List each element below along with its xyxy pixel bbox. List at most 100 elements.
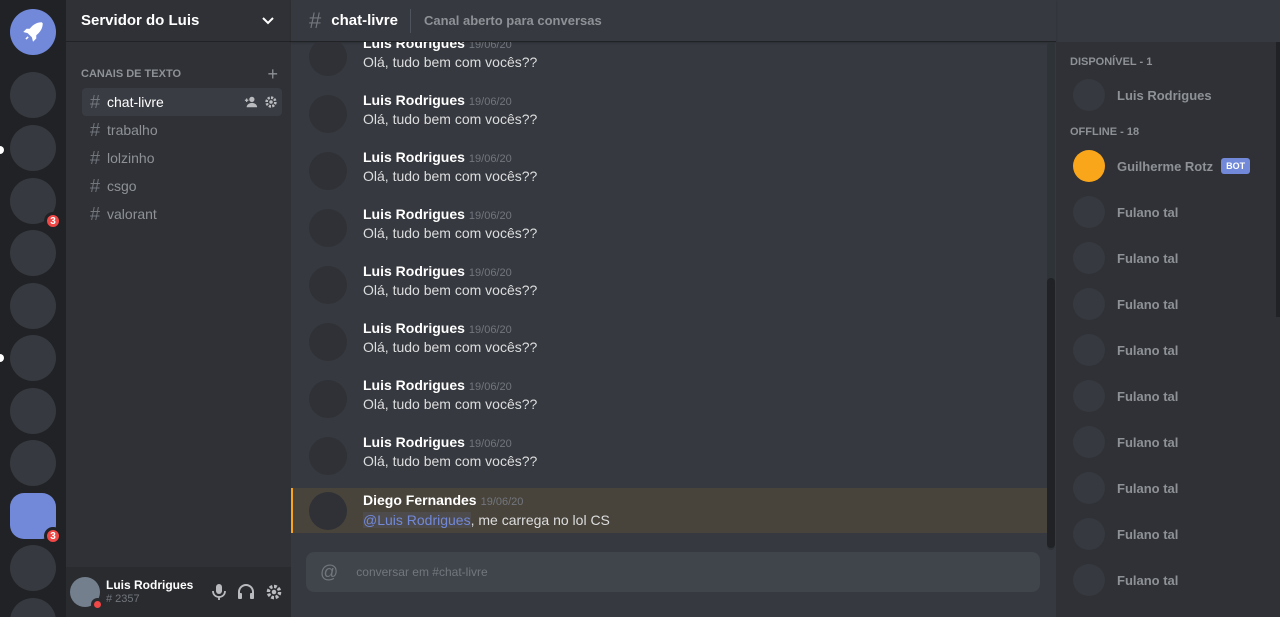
message[interactable]: Luis Rodrigues 19/06/20 Olá, tudo bem com…: [291, 206, 1047, 256]
avatar: [1073, 426, 1105, 458]
member-item[interactable]: Fulano tal: [1073, 472, 1178, 504]
message-author[interactable]: Luis Rodrigues: [363, 320, 465, 336]
message-composer: @: [306, 552, 1040, 592]
message[interactable]: Luis Rodrigues 19/06/20 Olá, tudo bem com…: [291, 320, 1047, 370]
message[interactable]: Luis Rodrigues 19/06/20 Olá, tudo bem com…: [291, 263, 1047, 313]
member-name: Fulano tal: [1117, 250, 1179, 266]
channel-item-trabalho[interactable]: # trabalho: [82, 116, 282, 144]
avatar[interactable]: [70, 577, 104, 611]
member-list: DISPONÍVEL - 1 Luis Rodrigues OFFLINE - …: [1056, 42, 1280, 617]
message-author[interactable]: Diego Fernandes: [363, 492, 477, 508]
server-icon-selected[interactable]: 3: [10, 493, 62, 545]
server-icon[interactable]: [10, 283, 56, 329]
add-channel-icon[interactable]: +: [267, 65, 278, 83]
rocket-icon: [23, 22, 43, 42]
member-item[interactable]: Fulano tal: [1073, 380, 1178, 412]
message-input[interactable]: [356, 565, 957, 579]
avatar[interactable]: [309, 380, 347, 418]
user-mention[interactable]: @Luis Rodrigues: [363, 512, 471, 528]
avatar: [1073, 564, 1105, 596]
message-author[interactable]: Luis Rodrigues: [363, 206, 465, 222]
hash-icon: #: [309, 7, 322, 33]
member-name: Fulano tal: [1117, 572, 1179, 588]
home-button[interactable]: [10, 9, 56, 55]
member-item[interactable]: Luis Rodrigues: [1073, 79, 1212, 111]
channel-category[interactable]: CANAIS DE TEXTO +: [66, 65, 291, 83]
message-timestamp: 19/06/20: [468, 42, 512, 51]
message-author[interactable]: Luis Rodrigues: [363, 434, 465, 450]
member-item[interactable]: Fulano tal: [1073, 426, 1178, 458]
member-item-bot[interactable]: Guilherme Rotz BOT: [1073, 150, 1251, 182]
channel-label: trabalho: [107, 122, 158, 138]
server-icon[interactable]: [10, 440, 56, 486]
channel-item-valorant[interactable]: # valorant: [82, 200, 282, 228]
server-icon[interactable]: [10, 598, 56, 617]
user-name: Luis Rodrigues: [106, 578, 194, 592]
channel-item-csgo[interactable]: # csgo: [82, 172, 282, 200]
hash-icon: #: [90, 119, 101, 140]
member-name: Fulano tal: [1117, 342, 1179, 358]
gear-icon[interactable]: [264, 95, 278, 109]
avatar[interactable]: [309, 42, 347, 76]
member-item[interactable]: Fulano tal: [1073, 518, 1178, 550]
member-item[interactable]: Fulano tal: [1073, 242, 1178, 274]
server-header[interactable]: Servidor do Luis: [66, 0, 291, 42]
message-text: Olá, tudo bem com vocês??: [363, 453, 538, 469]
message-author[interactable]: Luis Rodrigues: [363, 92, 465, 108]
message-timestamp: 19/06/20: [468, 381, 512, 393]
channel-item-chat-livre[interactable]: # chat-livre: [82, 88, 282, 116]
server-icon[interactable]: [10, 72, 56, 118]
member-item[interactable]: Fulano tal: [1073, 334, 1178, 366]
member-name: Guilherme Rotz: [1117, 158, 1214, 174]
headphones-icon[interactable]: [237, 583, 255, 601]
message-author[interactable]: Luis Rodrigues: [363, 149, 465, 165]
server-icon[interactable]: [10, 335, 56, 381]
message[interactable]: Luis Rodrigues 19/06/20 Olá, tudo bem com…: [291, 42, 1047, 85]
channel-topic: Canal aberto para conversas: [423, 13, 602, 28]
notification-badge: 3: [44, 212, 62, 230]
member-item[interactable]: Fulano tal: [1073, 288, 1178, 320]
member-name: Fulano tal: [1117, 204, 1179, 220]
server-icon[interactable]: [10, 545, 56, 591]
member-name: Luis Rodrigues: [1117, 87, 1212, 103]
status-indicator: [91, 598, 104, 611]
message-list[interactable]: Luis Rodrigues 19/06/20 Olá, tudo bem com…: [291, 42, 1047, 533]
server-icon[interactable]: [10, 125, 56, 171]
unread-indicator: [0, 146, 4, 154]
server-icon[interactable]: [10, 388, 56, 434]
avatar[interactable]: [309, 95, 347, 133]
server-icon[interactable]: 3: [10, 178, 62, 230]
message[interactable]: Luis Rodrigues 19/06/20 Olá, tudo bem com…: [291, 149, 1047, 199]
member-item[interactable]: Fulano tal: [1073, 196, 1178, 228]
message-author[interactable]: Luis Rodrigues: [363, 377, 465, 393]
member-list-scrollbar[interactable]: [1276, 42, 1280, 317]
avatar[interactable]: [309, 152, 347, 190]
avatar[interactable]: [309, 266, 347, 304]
gear-icon[interactable]: [265, 583, 283, 601]
server-icon[interactable]: [10, 230, 56, 276]
avatar: [1073, 150, 1105, 182]
server-rail: 3 3: [0, 0, 66, 617]
message-mention[interactable]: Diego Fernandes 19/06/20 @Luis Rodrigues,…: [291, 488, 1047, 533]
microphone-icon[interactable]: [211, 583, 227, 601]
member-category-online: DISPONÍVEL - 1: [1070, 56, 1153, 68]
unread-indicator: [0, 354, 4, 362]
message-text: Olá, tudo bem com vocês??: [363, 168, 538, 184]
avatar[interactable]: [309, 323, 347, 361]
member-item[interactable]: Fulano tal: [1073, 564, 1178, 596]
bot-badge: BOT: [1221, 158, 1251, 174]
avatar[interactable]: [309, 492, 347, 530]
at-icon[interactable]: @: [320, 562, 338, 583]
avatar[interactable]: [309, 209, 347, 247]
message[interactable]: Luis Rodrigues 19/06/20 Olá, tudo bem com…: [291, 377, 1047, 427]
message-author[interactable]: Luis Rodrigues: [363, 263, 465, 279]
message[interactable]: Luis Rodrigues 19/06/20 Olá, tudo bem com…: [291, 92, 1047, 142]
scrollbar-thumb[interactable]: [1047, 278, 1055, 548]
message[interactable]: Luis Rodrigues 19/06/20 Olá, tudo bem com…: [291, 434, 1047, 484]
avatar: [1073, 472, 1105, 504]
invite-icon[interactable]: [244, 95, 258, 109]
message-author[interactable]: Luis Rodrigues: [363, 42, 465, 51]
avatar[interactable]: [309, 437, 347, 475]
hash-icon: #: [90, 175, 101, 196]
channel-item-lolzinho[interactable]: # lolzinho: [82, 144, 282, 172]
